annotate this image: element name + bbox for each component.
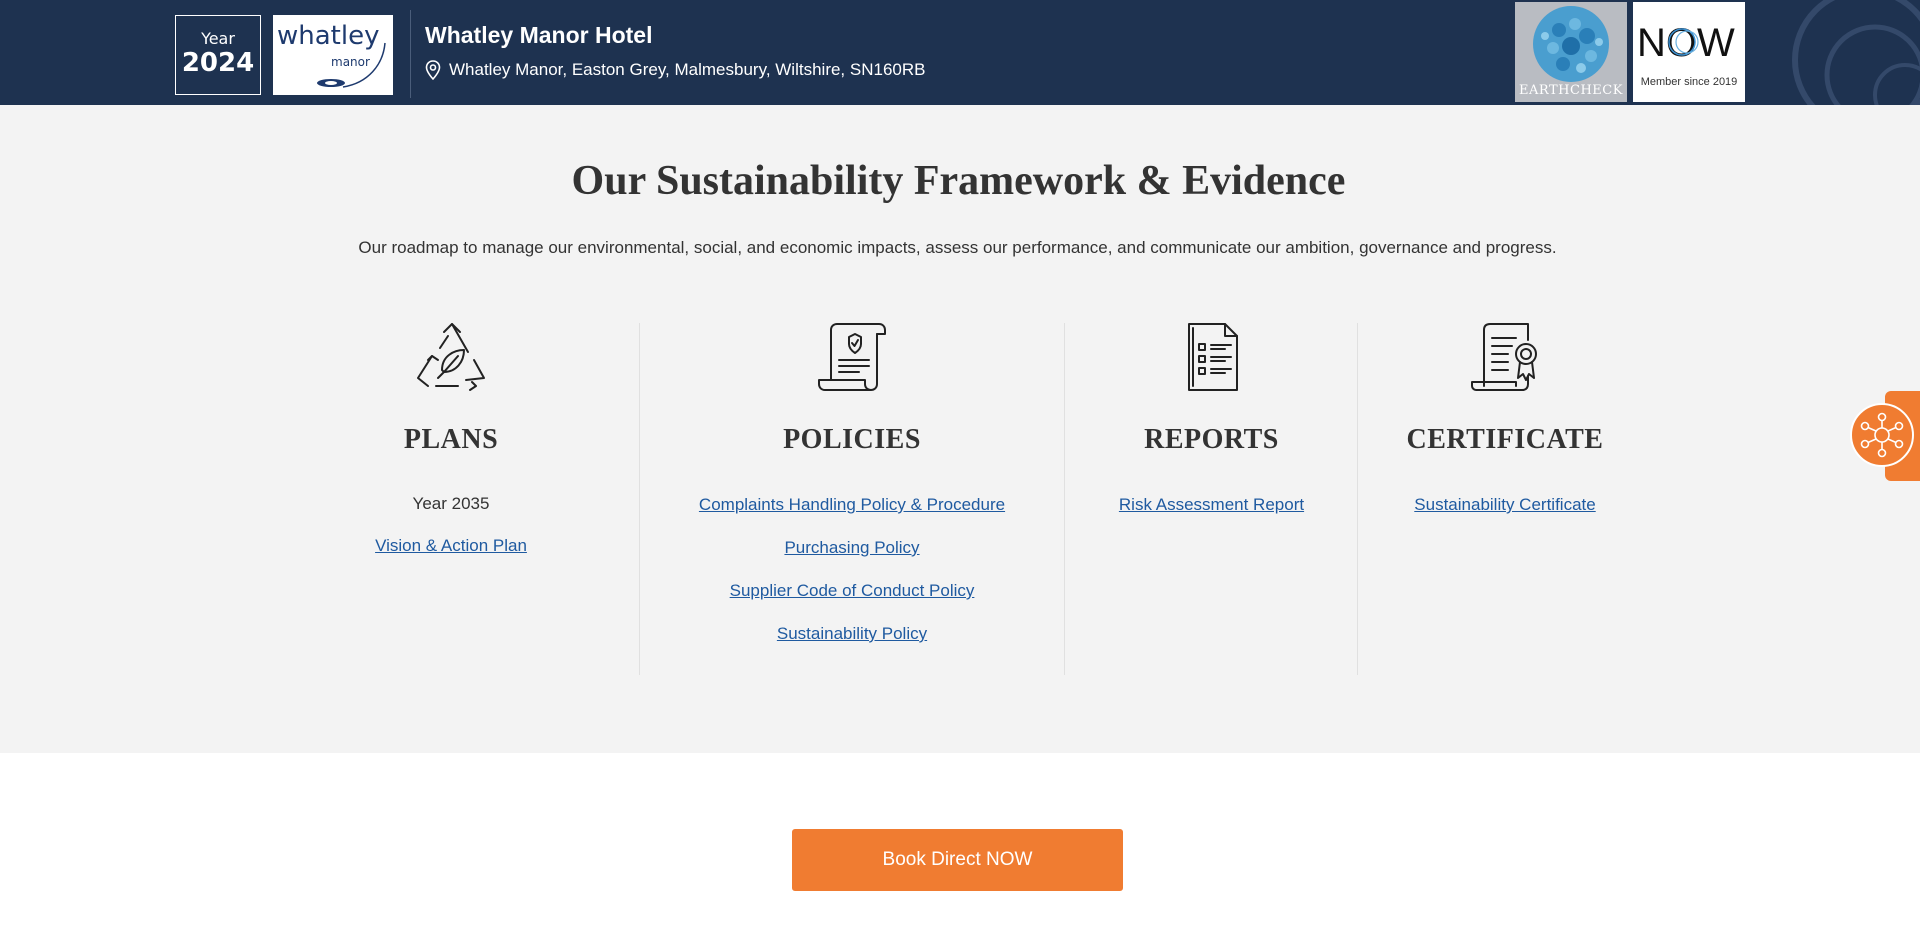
- year-badge: Year 2024: [175, 15, 261, 95]
- location-pin-icon: [425, 60, 441, 80]
- side-widget-button[interactable]: [1850, 403, 1914, 467]
- header-divider: [410, 10, 411, 98]
- hotel-name: Whatley Manor Hotel: [425, 22, 653, 48]
- header-decoration-rings: [1792, 0, 1920, 105]
- book-direct-button[interactable]: Book Direct NOW: [792, 829, 1123, 891]
- sustainability-policy-link[interactable]: Sustainability Policy: [652, 623, 1052, 645]
- supplier-code-policy-link[interactable]: Supplier Code of Conduct Policy: [652, 580, 1052, 602]
- vision-action-plan-link[interactable]: Vision & Action Plan: [351, 535, 551, 557]
- risk-assessment-report-link[interactable]: Risk Assessment Report: [1070, 494, 1353, 516]
- now-badge[interactable]: NOW Member since 2019: [1633, 2, 1745, 102]
- site-header: Year 2024 whatley manor Whatley Manor Ho…: [0, 0, 1920, 105]
- recycle-leaf-icon: [417, 323, 485, 391]
- framework-section: Our Sustainability Framework & Evidence …: [0, 105, 1920, 753]
- hotel-logo[interactable]: whatley manor: [273, 15, 393, 95]
- now-logo-text: NOW: [1637, 21, 1735, 64]
- plans-column: PLANS Year 2035 Vision & Action Plan: [351, 320, 551, 557]
- page-title: Our Sustainability Framework & Evidence: [571, 158, 1346, 204]
- page-subtitle: Our roadmap to manage our environmental,…: [358, 238, 1557, 257]
- hotel-address-text: Whatley Manor, Easton Grey, Malmesbury, …: [449, 60, 926, 79]
- year-label: Year: [201, 29, 235, 48]
- now-member-since: Member since 2019: [1640, 76, 1738, 88]
- column-divider: [639, 323, 640, 675]
- network-hub-icon: [1860, 412, 1904, 458]
- policies-column: POLICIES Complaints Handling Policy & Pr…: [652, 320, 1052, 645]
- plans-year-text: Year 2035: [412, 494, 490, 513]
- certificate-column: CERTIFICATE Sustainability Certificate: [1370, 320, 1640, 516]
- sustainability-certificate-link[interactable]: Sustainability Certificate: [1370, 494, 1640, 516]
- column-divider: [1064, 323, 1065, 675]
- purchasing-policy-link[interactable]: Purchasing Policy: [652, 537, 1052, 559]
- policies-heading: POLICIES: [783, 424, 921, 455]
- reports-column: REPORTS Risk Assessment Report: [1070, 320, 1353, 516]
- certificate-heading: CERTIFICATE: [1406, 424, 1604, 455]
- logo-swoosh-icon: [317, 42, 386, 88]
- column-divider: [1357, 323, 1358, 675]
- plans-heading: PLANS: [403, 424, 499, 455]
- complaints-policy-link[interactable]: Complaints Handling Policy & Procedure: [652, 494, 1052, 516]
- hotel-address: Whatley Manor, Easton Grey, Malmesbury, …: [425, 60, 925, 80]
- now-logo: NOW: [1637, 21, 1735, 64]
- reports-heading: REPORTS: [1144, 424, 1279, 455]
- earthcheck-badge[interactable]: EARTHCHECK: [1515, 2, 1627, 102]
- earthcheck-label: EARTHCHECK: [1519, 83, 1623, 98]
- year-value: 2024: [181, 48, 255, 78]
- certificate-icon: [1471, 323, 1537, 391]
- report-document-icon: [1187, 323, 1238, 391]
- policy-scroll-icon: [818, 323, 886, 391]
